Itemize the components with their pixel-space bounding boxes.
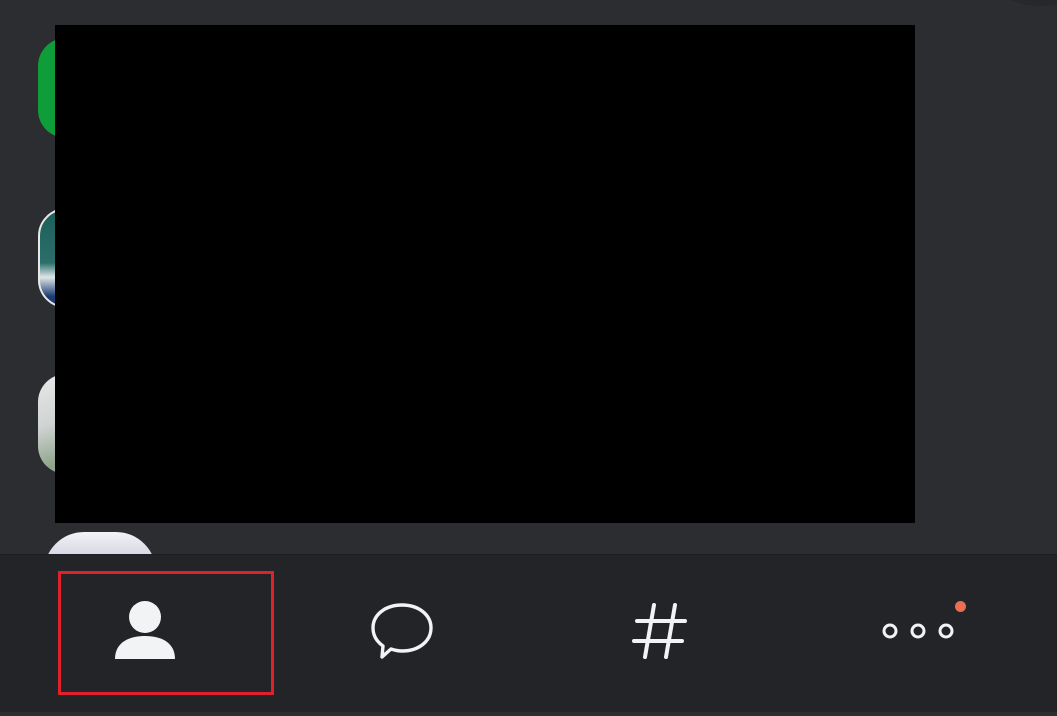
more-dots-icon xyxy=(882,623,954,639)
app-window xyxy=(0,0,1057,716)
person-icon xyxy=(115,601,175,659)
redacted-content-area xyxy=(55,25,915,523)
nav-more-button[interactable] xyxy=(813,571,1023,691)
nav-messages-button[interactable] xyxy=(297,571,507,691)
corner-shadow xyxy=(987,0,1057,6)
server-rail xyxy=(0,0,156,572)
hash-icon xyxy=(632,603,687,659)
nav-profile-button[interactable] xyxy=(40,571,250,691)
bottom-strip xyxy=(0,712,1057,716)
chat-bubble-icon xyxy=(371,603,433,659)
bottom-navigation-bar xyxy=(0,554,1057,716)
notification-dot xyxy=(955,601,966,612)
nav-channels-button[interactable] xyxy=(555,571,765,691)
